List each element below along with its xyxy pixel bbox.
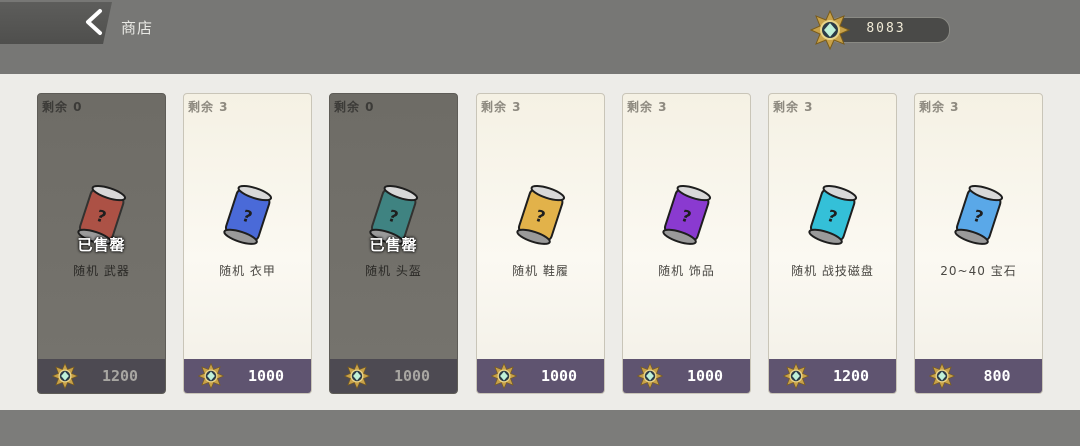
price-bar: 1000: [184, 359, 311, 393]
item-name: 随机 饰品: [658, 264, 715, 278]
shop-card[interactable]: 剩余 3 ? 随机 饰品 1000: [622, 93, 751, 394]
item-name: 随机 武器: [73, 264, 130, 278]
gold-coin-icon: [491, 363, 517, 389]
price-value: 1200: [101, 367, 139, 385]
price-bar: 1000: [623, 359, 750, 393]
gold-coin-icon: [52, 363, 78, 389]
gem-can-icon: ?: [954, 184, 1004, 245]
shop-card[interactable]: 剩余 0 ? 已售罄 随机 武器 1200: [37, 93, 166, 394]
stock-label: 剩余 0: [42, 100, 83, 114]
gold-coin-icon: [637, 363, 663, 389]
price-value: 1200: [832, 367, 870, 385]
shop-card[interactable]: 剩余 3 ? 随机 战技磁盘 1200: [768, 93, 897, 394]
item-name: 随机 战技磁盘: [791, 264, 874, 278]
blue-armor-can-icon: ?: [223, 184, 273, 245]
yellow-shoes-can-icon: ?: [516, 184, 566, 245]
chevron-left-icon[interactable]: [82, 8, 106, 36]
stock-label: 剩余 3: [188, 100, 229, 114]
shop-card[interactable]: 剩余 3 ? 20~40 宝石 800: [914, 93, 1043, 394]
stock-label: 剩余 3: [773, 100, 814, 114]
price-value: 800: [983, 367, 1011, 385]
gold-coin-icon: [198, 363, 224, 389]
sold-out-label: 已售罄: [77, 236, 126, 254]
price-value: 1000: [247, 367, 285, 385]
shop-card[interactable]: 剩余 0 ? 已售罄 随机 头盔 1000: [329, 93, 458, 394]
shop-card[interactable]: 剩余 3 ? 随机 鞋履 1000: [476, 93, 605, 394]
purple-accessory-can-icon: ?: [662, 184, 712, 245]
price-bar: 1000: [477, 359, 604, 393]
stock-label: 剩余 3: [627, 100, 668, 114]
item-name: 随机 头盔: [365, 264, 422, 278]
price-bar: 1200: [769, 359, 896, 393]
item-name: 20~40 宝石: [940, 264, 1017, 278]
item-name: 随机 衣甲: [219, 264, 276, 278]
shop-card[interactable]: 剩余 3 ? 随机 衣甲 1000: [183, 93, 312, 394]
page-title: 商店: [121, 19, 154, 37]
price-bar: 1000: [330, 359, 457, 393]
footer-bar: [0, 410, 1080, 446]
cyan-disk-can-icon: ?: [808, 184, 858, 245]
gold-coin-icon: [344, 363, 370, 389]
gold-coin-icon: [929, 363, 955, 389]
stock-label: 剩余 0: [334, 100, 375, 114]
item-name: 随机 鞋履: [512, 264, 569, 278]
sold-out-label: 已售罄: [369, 236, 418, 254]
gold-coin-icon: [810, 10, 850, 50]
stock-label: 剩余 3: [481, 100, 522, 114]
price-value: 1000: [686, 367, 724, 385]
price-value: 1000: [393, 367, 431, 385]
price-bar: 800: [915, 359, 1042, 393]
stock-label: 剩余 3: [919, 100, 960, 114]
price-bar: 1200: [38, 359, 165, 393]
currency-value: 8083: [866, 21, 906, 36]
price-value: 1000: [540, 367, 578, 385]
gold-coin-icon: [783, 363, 809, 389]
